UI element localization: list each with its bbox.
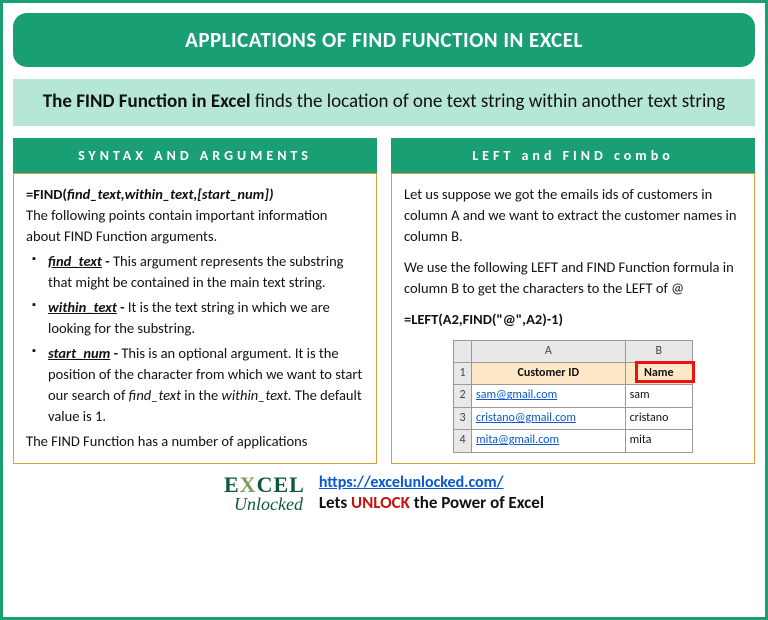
excel-table: AB 1Customer IDName 2sam@gmail.comsam 3c… [453, 340, 693, 453]
corner-cell [454, 340, 472, 362]
combo-formula: =LEFT(A2,FIND("@",A2)-1) [404, 309, 742, 330]
row-4-header: 4 [454, 430, 472, 452]
logo: EXCEL Unlocked [224, 472, 305, 515]
arg-start-num: start_num - This is an optional argument… [32, 343, 364, 427]
cell-a1: Customer ID [472, 363, 626, 385]
cell-b4: mita [625, 430, 692, 452]
row-2-header: 2 [454, 385, 472, 407]
col-a-header: A [472, 340, 626, 362]
col-b-header: B [625, 340, 692, 362]
syntax-intro: The following points contain important i… [26, 205, 364, 247]
combo-p1: Let us suppose we got the emails ids of … [404, 184, 742, 247]
row-3-header: 3 [454, 407, 472, 429]
arg-within-text: within_text - It is the text string in w… [32, 297, 364, 339]
footer: EXCEL Unlocked https://excelunlocked.com… [13, 472, 755, 515]
subtitle: The FIND Function in Excel finds the loc… [13, 79, 755, 126]
site-link[interactable]: https://excelunlocked.com/ [319, 473, 504, 492]
combo-panel: LEFT and FIND combo Let us suppose we go… [391, 138, 755, 464]
syntax-header: SYNTAX AND ARGUMENTS [13, 138, 377, 173]
syntax-formula: =FIND(find_text,within_text,[start_num]) [26, 184, 364, 205]
cell-a4: mita@gmail.com [472, 430, 626, 452]
combo-p2: We use the following LEFT and FIND Funct… [404, 257, 742, 299]
syntax-panel: SYNTAX AND ARGUMENTS =FIND(find_text,wit… [13, 138, 377, 464]
syntax-outro: The FIND Function has a number of applic… [26, 431, 364, 452]
row-1-header: 1 [454, 363, 472, 385]
cell-b1: Name [625, 363, 692, 385]
subtitle-bold: The FIND Function in Excel [43, 90, 251, 113]
combo-header: LEFT and FIND combo [391, 138, 755, 173]
email-link-2[interactable]: cristano@gmail.com [476, 411, 576, 425]
cell-a3: cristano@gmail.com [472, 407, 626, 429]
cell-b2: sam [625, 385, 692, 407]
email-link-1[interactable]: sam@gmail.com [476, 388, 557, 402]
cell-a2: sam@gmail.com [472, 385, 626, 407]
tagline: Lets UNLOCK the Power of Excel [319, 492, 544, 513]
page-title: APPLICATIONS OF FIND FUNCTION IN EXCEL [13, 13, 755, 67]
email-link-3[interactable]: mita@gmail.com [476, 433, 559, 447]
subtitle-rest: finds the location of one text string wi… [251, 90, 726, 113]
arg-find-text: find_text - This argument represents the… [32, 251, 364, 293]
cell-b3: cristano [625, 407, 692, 429]
